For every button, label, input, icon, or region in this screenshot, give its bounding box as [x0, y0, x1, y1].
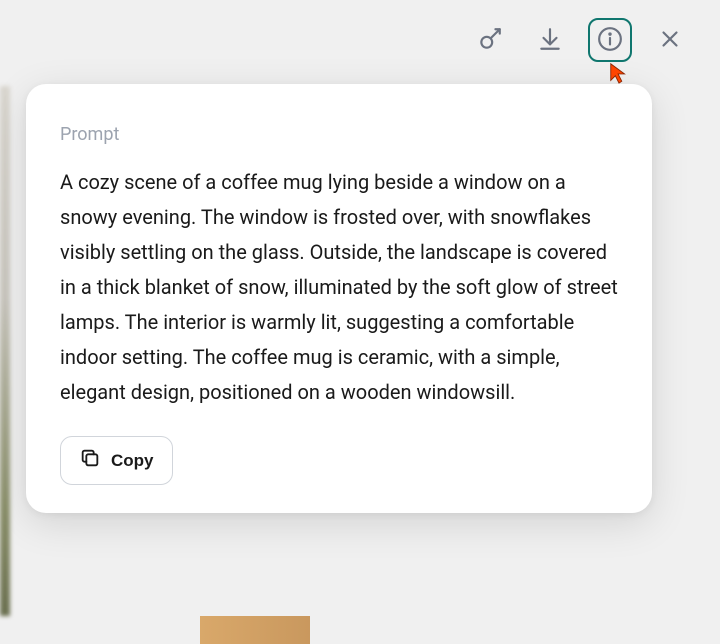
- close-button[interactable]: [648, 18, 692, 62]
- info-button[interactable]: [588, 18, 632, 62]
- download-icon: [537, 26, 563, 55]
- edit-button[interactable]: [468, 18, 512, 62]
- prompt-popover: Prompt A cozy scene of a coffee mug lyin…: [26, 84, 652, 513]
- image-backdrop-bottom: [200, 616, 310, 644]
- popover-label: Prompt: [60, 124, 618, 145]
- download-button[interactable]: [528, 18, 572, 62]
- copy-icon: [79, 447, 101, 474]
- image-backdrop-left: [0, 86, 10, 616]
- info-icon: [597, 26, 623, 55]
- close-icon: [657, 26, 683, 55]
- copy-button-label: Copy: [111, 451, 154, 471]
- toolbar: [468, 18, 692, 62]
- edit-brush-icon: [477, 26, 503, 55]
- prompt-text: A cozy scene of a coffee mug lying besid…: [60, 165, 618, 410]
- copy-button[interactable]: Copy: [60, 436, 173, 485]
